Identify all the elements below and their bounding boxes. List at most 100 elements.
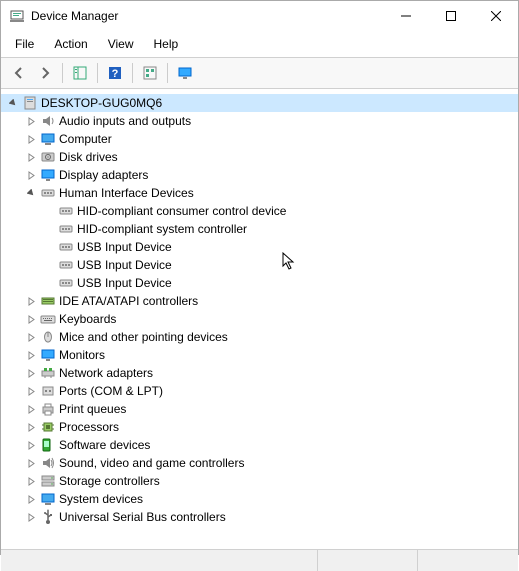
node-label: HID-compliant consumer control device bbox=[77, 204, 286, 218]
menu-file[interactable]: File bbox=[5, 33, 44, 55]
status-bar bbox=[1, 549, 518, 571]
category-node[interactable]: Display adapters bbox=[1, 166, 518, 184]
toolbar-separator bbox=[97, 63, 98, 83]
node-label: USB Input Device bbox=[77, 240, 172, 254]
expand-icon[interactable] bbox=[23, 113, 39, 129]
maximize-button[interactable] bbox=[428, 1, 473, 31]
expand-icon[interactable] bbox=[23, 131, 39, 147]
category-node[interactable]: Mice and other pointing devices bbox=[1, 328, 518, 346]
show-hide-tree-button[interactable] bbox=[68, 61, 92, 85]
expand-icon[interactable] bbox=[23, 167, 39, 183]
expand-icon[interactable] bbox=[23, 473, 39, 489]
app-icon bbox=[9, 8, 25, 24]
toolbar-separator bbox=[62, 63, 63, 83]
expand-icon[interactable] bbox=[23, 437, 39, 453]
node-label: Processors bbox=[59, 420, 119, 434]
keyboard-icon bbox=[40, 311, 56, 327]
collapse-icon[interactable] bbox=[23, 185, 39, 201]
tree-root-node[interactable]: DESKTOP-GUG0MQ6 bbox=[1, 94, 518, 112]
minimize-button[interactable] bbox=[383, 1, 428, 31]
node-label: Sound, video and game controllers bbox=[59, 456, 244, 470]
node-label: Monitors bbox=[59, 348, 105, 362]
menu-help[interactable]: Help bbox=[144, 33, 189, 55]
category-node[interactable]: Keyboards bbox=[1, 310, 518, 328]
expand-icon[interactable] bbox=[23, 419, 39, 435]
hid-icon bbox=[58, 203, 74, 219]
expand-icon[interactable] bbox=[23, 293, 39, 309]
category-node[interactable]: Computer bbox=[1, 130, 518, 148]
expand-icon[interactable] bbox=[23, 365, 39, 381]
window-controls bbox=[383, 1, 518, 31]
pc-icon bbox=[22, 95, 38, 111]
category-node[interactable]: Ports (COM & LPT) bbox=[1, 382, 518, 400]
expand-icon[interactable] bbox=[23, 347, 39, 363]
hid-icon bbox=[58, 257, 74, 273]
category-node[interactable]: IDE ATA/ATAPI controllers bbox=[1, 292, 518, 310]
monitor-icon bbox=[40, 347, 56, 363]
back-button[interactable] bbox=[7, 61, 31, 85]
status-cell bbox=[418, 550, 518, 571]
expand-icon[interactable] bbox=[23, 149, 39, 165]
node-label: USB Input Device bbox=[77, 258, 172, 272]
category-node[interactable]: Print queues bbox=[1, 400, 518, 418]
node-label: Software devices bbox=[59, 438, 150, 452]
expand-icon[interactable] bbox=[23, 455, 39, 471]
category-node[interactable]: Human Interface Devices bbox=[1, 184, 518, 202]
device-node[interactable]: HID-compliant system controller bbox=[1, 220, 518, 238]
menu-action[interactable]: Action bbox=[44, 33, 97, 55]
hid-icon bbox=[40, 185, 56, 201]
speaker-icon bbox=[40, 113, 56, 129]
node-label: Storage controllers bbox=[59, 474, 160, 488]
expand-icon[interactable] bbox=[23, 311, 39, 327]
expand-icon[interactable] bbox=[23, 491, 39, 507]
category-node[interactable]: System devices bbox=[1, 490, 518, 508]
usb-icon bbox=[40, 509, 56, 525]
category-node[interactable]: Sound, video and game controllers bbox=[1, 454, 518, 472]
toolbar-separator bbox=[132, 63, 133, 83]
port-icon bbox=[40, 383, 56, 399]
window-title: Device Manager bbox=[31, 9, 383, 23]
category-node[interactable]: Monitors bbox=[1, 346, 518, 364]
device-tree[interactable]: DESKTOP-GUG0MQ6 Audio inputs and outputs C… bbox=[1, 89, 518, 549]
status-cell bbox=[318, 550, 418, 571]
category-node[interactable]: Disk drives bbox=[1, 148, 518, 166]
mouse-icon bbox=[40, 329, 56, 345]
device-node[interactable]: USB Input Device bbox=[1, 256, 518, 274]
node-label: Computer bbox=[59, 132, 112, 146]
monitor-button[interactable] bbox=[173, 61, 197, 85]
software-icon bbox=[40, 437, 56, 453]
node-label: IDE ATA/ATAPI controllers bbox=[59, 294, 198, 308]
node-label: Human Interface Devices bbox=[59, 186, 194, 200]
category-node[interactable]: Storage controllers bbox=[1, 472, 518, 490]
category-node[interactable]: Processors bbox=[1, 418, 518, 436]
node-label: Ports (COM & LPT) bbox=[59, 384, 163, 398]
node-label: Print queues bbox=[59, 402, 126, 416]
category-node[interactable]: Software devices bbox=[1, 436, 518, 454]
category-node[interactable]: Audio inputs and outputs bbox=[1, 112, 518, 130]
device-node[interactable]: USB Input Device bbox=[1, 238, 518, 256]
expand-icon[interactable] bbox=[23, 401, 39, 417]
scan-hardware-button[interactable] bbox=[138, 61, 162, 85]
menu-bar: File Action View Help bbox=[1, 31, 518, 58]
node-label: Disk drives bbox=[59, 150, 118, 164]
expand-icon[interactable] bbox=[23, 509, 39, 525]
forward-button[interactable] bbox=[33, 61, 57, 85]
hid-icon bbox=[58, 275, 74, 291]
node-label: USB Input Device bbox=[77, 276, 172, 290]
node-label: Audio inputs and outputs bbox=[59, 114, 191, 128]
svg-text:?: ? bbox=[112, 68, 119, 80]
category-node[interactable]: Universal Serial Bus controllers bbox=[1, 508, 518, 526]
device-node[interactable]: USB Input Device bbox=[1, 274, 518, 292]
disk-icon bbox=[40, 149, 56, 165]
help-button[interactable]: ? bbox=[103, 61, 127, 85]
device-node[interactable]: HID-compliant consumer control device bbox=[1, 202, 518, 220]
title-bar: Device Manager bbox=[1, 1, 518, 31]
menu-view[interactable]: View bbox=[98, 33, 144, 55]
expand-icon[interactable] bbox=[23, 329, 39, 345]
expand-icon[interactable] bbox=[23, 383, 39, 399]
node-label: DESKTOP-GUG0MQ6 bbox=[41, 96, 162, 110]
sound-icon bbox=[40, 455, 56, 471]
category-node[interactable]: Network adapters bbox=[1, 364, 518, 382]
close-button[interactable] bbox=[473, 1, 518, 31]
collapse-icon[interactable] bbox=[5, 95, 21, 111]
